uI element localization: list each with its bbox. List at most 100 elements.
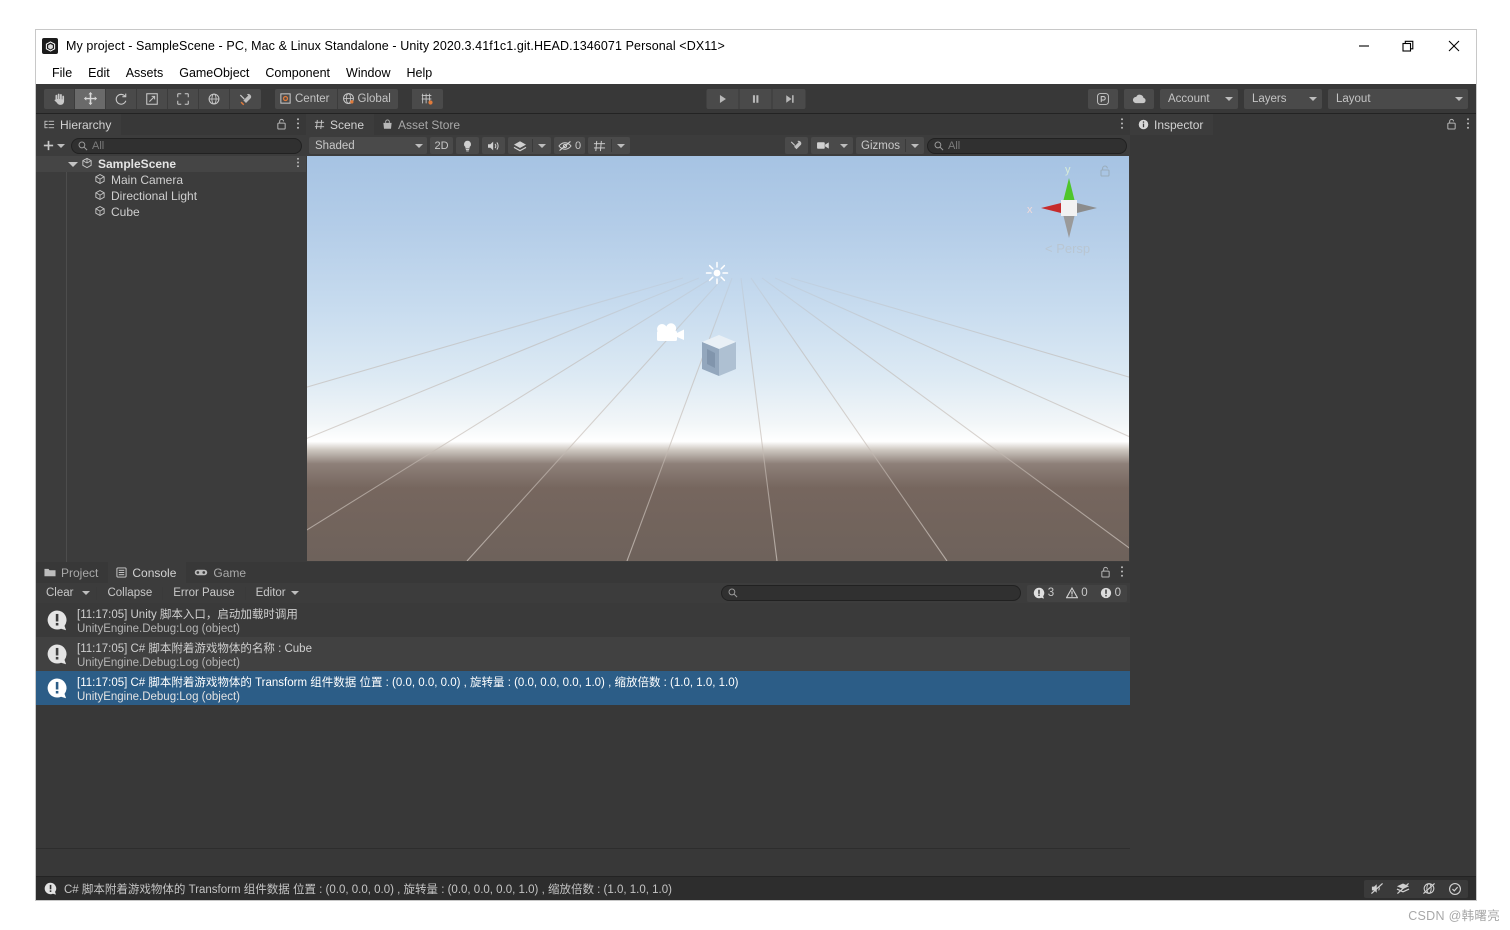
- grid-dropdown[interactable]: [588, 137, 630, 154]
- scale-tool[interactable]: [137, 89, 168, 109]
- gizmo-projection-label: < Persp: [1045, 241, 1090, 256]
- hierarchy-search-input[interactable]: All: [71, 138, 302, 154]
- menu-file[interactable]: File: [44, 64, 80, 82]
- move-tool[interactable]: [75, 89, 106, 109]
- console-entry[interactable]: [11:17:05] C# 脚本附着游戏物体的名称 : Cube UnityEn…: [36, 637, 1130, 671]
- gizmos-label[interactable]: Gizmos: [856, 137, 905, 154]
- status-icons: [1364, 880, 1468, 898]
- error-pause-button[interactable]: Error Pause: [166, 585, 241, 602]
- tab-project[interactable]: Project: [36, 562, 108, 583]
- mute-audio-icon[interactable]: [1364, 880, 1390, 898]
- kebab-menu-icon[interactable]: [296, 117, 300, 135]
- gizmos-dropdown[interactable]: Gizmos: [856, 137, 924, 154]
- camera-icon[interactable]: [811, 137, 835, 154]
- hierarchy-item-main-camera[interactable]: Main Camera: [36, 172, 306, 188]
- transform-tool[interactable]: [199, 89, 230, 109]
- toggle-2d-button[interactable]: 2D: [430, 137, 453, 154]
- gizmos-chevron[interactable]: [906, 137, 924, 154]
- lock-icon[interactable]: [1446, 117, 1457, 135]
- menu-edit[interactable]: Edit: [80, 64, 118, 82]
- hierarchy-scene-row[interactable]: SampleScene: [36, 156, 306, 172]
- tab-game[interactable]: Game: [186, 562, 256, 583]
- layers-status-icon[interactable]: [1390, 880, 1416, 898]
- console-entry[interactable]: [11:17:05] Unity 脚本入口，启动加载时调用 UnityEngin…: [36, 603, 1130, 637]
- chevron-down-icon[interactable]: [68, 162, 78, 167]
- window-controls: [1341, 30, 1476, 62]
- hierarchy-add-button[interactable]: [40, 139, 67, 152]
- check-circle-icon[interactable]: [1442, 880, 1468, 898]
- fx-dropdown[interactable]: [508, 137, 551, 154]
- cloud-icon[interactable]: [1124, 89, 1154, 109]
- tab-console[interactable]: Console: [108, 562, 186, 583]
- menu-assets[interactable]: Assets: [118, 64, 172, 82]
- scene-tools-button[interactable]: [785, 137, 808, 154]
- kebab-menu-icon[interactable]: [1120, 117, 1124, 135]
- warning-counter[interactable]: 0: [1060, 585, 1093, 602]
- menu-help[interactable]: Help: [398, 64, 440, 82]
- close-icon[interactable]: [1431, 30, 1476, 62]
- hierarchy-item-directional-light[interactable]: Directional Light: [36, 188, 306, 204]
- layers-dropdown[interactable]: Layers: [1244, 89, 1322, 109]
- lighting-toggle[interactable]: [456, 137, 479, 154]
- editor-dropdown[interactable]: Editor: [249, 585, 302, 602]
- grid-icon[interactable]: [588, 137, 611, 154]
- clear-button[interactable]: Clear: [39, 585, 93, 602]
- pivot-mode-button[interactable]: Center: [275, 89, 338, 109]
- grid-snap-icon[interactable]: [412, 89, 443, 109]
- scene-visibility-toggle[interactable]: 0: [554, 137, 585, 154]
- fx-icon[interactable]: [508, 137, 532, 154]
- scene-orientation-gizmo[interactable]: y x < Persp: [1021, 160, 1117, 268]
- chevron-down-icon: [538, 144, 546, 148]
- camera-chevron[interactable]: [835, 137, 853, 154]
- scene-camera-dropdown[interactable]: [811, 137, 853, 154]
- menu-component[interactable]: Component: [257, 64, 338, 82]
- info-icon: [1138, 119, 1149, 130]
- camera-gizmo[interactable]: [653, 321, 687, 347]
- cube-object[interactable]: [698, 332, 740, 380]
- account-dropdown[interactable]: Account: [1160, 89, 1238, 109]
- minimize-icon[interactable]: [1341, 30, 1386, 62]
- wrench-icon[interactable]: [230, 89, 261, 109]
- audio-toggle[interactable]: [482, 137, 505, 154]
- playback-controls: [707, 89, 806, 109]
- fx-chevron[interactable]: [533, 137, 551, 154]
- kebab-menu-icon[interactable]: [1466, 117, 1470, 135]
- chevron-down-icon: [1309, 97, 1317, 101]
- rect-tool[interactable]: [168, 89, 199, 109]
- rotate-tool[interactable]: [106, 89, 137, 109]
- log-counter[interactable]: 3: [1027, 585, 1060, 602]
- no-preview-icon[interactable]: [1416, 880, 1442, 898]
- draw-mode-dropdown[interactable]: Shaded: [309, 137, 427, 154]
- grid-chevron[interactable]: [612, 137, 630, 154]
- pause-button[interactable]: [740, 89, 773, 109]
- play-button[interactable]: [707, 89, 740, 109]
- hierarchy-toolbar: All: [36, 135, 306, 156]
- collapse-button[interactable]: Collapse: [100, 585, 159, 602]
- collab-icon[interactable]: [1088, 89, 1118, 109]
- scene-viewport[interactable]: y x < Persp: [307, 156, 1129, 561]
- console-entry-selected[interactable]: [11:17:05] C# 脚本附着游戏物体的 Transform 组件数据 位…: [36, 671, 1130, 705]
- light-gizmo[interactable]: [705, 261, 729, 285]
- menu-window[interactable]: Window: [338, 64, 398, 82]
- log-icon: [46, 609, 68, 631]
- hierarchy-search-placeholder: All: [92, 140, 104, 152]
- console-search-input[interactable]: [721, 585, 1021, 601]
- lock-icon[interactable]: [276, 117, 287, 135]
- step-button[interactable]: [773, 89, 806, 109]
- maximize-icon[interactable]: [1386, 30, 1431, 62]
- tab-asset-store[interactable]: Asset Store: [374, 114, 470, 135]
- tab-inspector[interactable]: Inspector: [1130, 114, 1213, 135]
- lock-icon[interactable]: [1100, 565, 1111, 583]
- layout-dropdown[interactable]: Layout: [1328, 89, 1468, 109]
- error-counter[interactable]: 0: [1094, 585, 1127, 602]
- scene-search-input[interactable]: All: [927, 138, 1127, 154]
- status-bar[interactable]: C# 脚本附着游戏物体的 Transform 组件数据 位置 : (0.0, 0…: [36, 876, 1476, 900]
- hierarchy-item-cube[interactable]: Cube: [36, 204, 306, 220]
- menu-gameobject[interactable]: GameObject: [171, 64, 257, 82]
- kebab-menu-icon[interactable]: [1120, 565, 1124, 583]
- kebab-menu-icon[interactable]: [296, 157, 300, 171]
- tab-hierarchy[interactable]: Hierarchy: [36, 114, 121, 135]
- tab-scene[interactable]: Scene: [306, 114, 374, 135]
- handle-rotation-button[interactable]: Global: [338, 89, 398, 109]
- hand-tool[interactable]: [44, 89, 75, 109]
